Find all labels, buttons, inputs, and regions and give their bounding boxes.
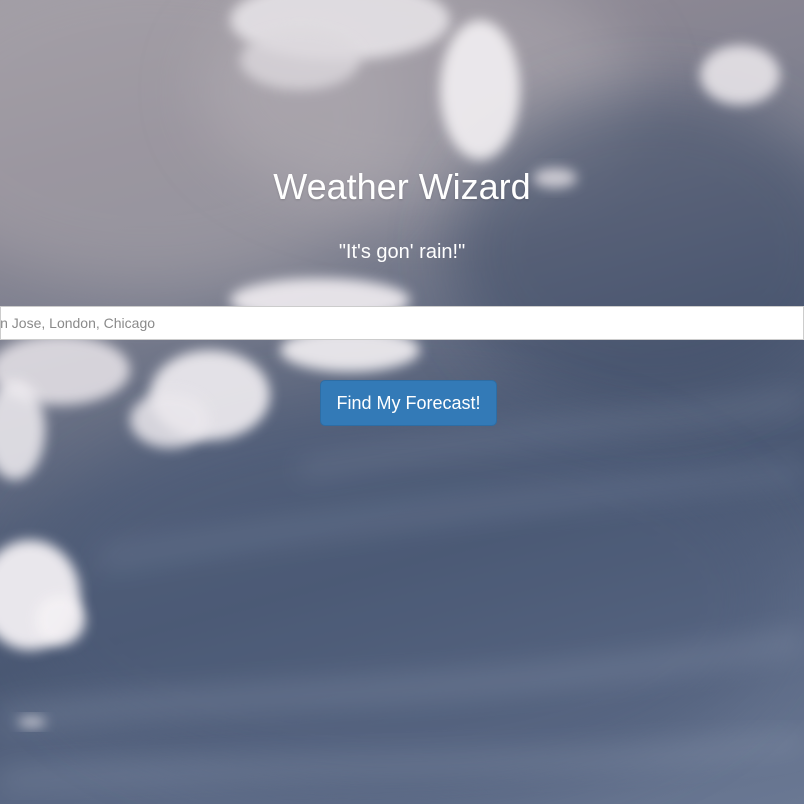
city-search-input[interactable]: San Jose, London, Chicago xyxy=(0,306,804,340)
page-title: Weather Wizard xyxy=(273,166,531,207)
tagline: "It's gon' rain!" xyxy=(338,241,466,263)
search-placeholder: San Jose, London, Chicago xyxy=(0,315,156,331)
find-forecast-button[interactable]: Find My Forecast! xyxy=(320,380,497,426)
